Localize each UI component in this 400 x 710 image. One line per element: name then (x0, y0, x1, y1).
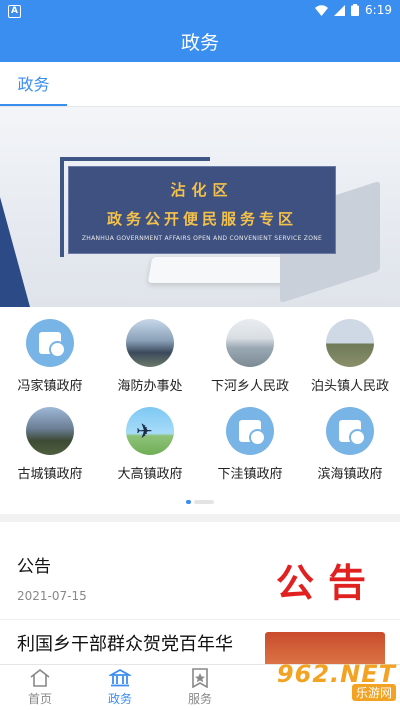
town-grid: 冯家镇政府 海防办事处 下河乡人民政 泊头镇人民政 古城镇政府 大高镇政府 下洼… (0, 307, 400, 509)
notice-thumbnail: 公告 (276, 561, 381, 605)
grid-item-label: 冯家镇政府 (17, 379, 83, 394)
grid-item-haifang[interactable]: 海防办事处 (100, 319, 200, 407)
signal-icon (334, 4, 346, 16)
grid-item-label: 滨海镇政府 (317, 467, 383, 482)
notice-title: 公告 (17, 557, 51, 577)
status-bar: A 6:19 (0, 0, 400, 20)
photo-icon (126, 407, 174, 455)
nav-label: 政务 (107, 692, 132, 706)
gov-building-icon (26, 319, 74, 367)
nav-government[interactable]: 政务 (80, 665, 160, 710)
watermark-sub: 乐游网 (351, 684, 396, 701)
grid-item-xiahe[interactable]: 下河乡人民政 (200, 319, 300, 407)
grid-item-label: 下洼镇政府 (217, 467, 283, 482)
notification-a-icon: A (8, 5, 21, 18)
grid-item-label: 大高镇政府 (117, 467, 183, 482)
grid-item-binhai[interactable]: 滨海镇政府 (300, 407, 400, 495)
tab-bar: 政务 (0, 62, 400, 107)
grid-item-label: 下河乡人民政 (210, 379, 289, 394)
grid-item-label: 海防办事处 (117, 379, 183, 394)
banner-line-2: 政务公开便民服务专区 (106, 209, 297, 228)
section-divider (0, 514, 400, 522)
page-dot (194, 500, 214, 504)
page-dot-active (186, 500, 191, 504)
watermark-logo: 962.NET 乐游网 (256, 660, 396, 708)
grid-item-botou[interactable]: 泊头镇人民政 (300, 319, 400, 407)
photo-icon (226, 319, 274, 367)
bank-icon (109, 668, 131, 687)
gov-building-icon (326, 407, 374, 455)
nav-label: 服务 (187, 692, 212, 706)
grid-item-fengjia[interactable]: 冯家镇政府 (0, 319, 100, 407)
banner-decoration (0, 197, 30, 307)
page-title: 政务 (0, 20, 400, 62)
nav-service[interactable]: 服务 (160, 665, 240, 710)
banner-line-1: 沾化区 (170, 180, 234, 199)
news-headline: 利国乡干部群众贺党百年华 (17, 634, 233, 655)
page-indicator (0, 495, 400, 509)
wifi-icon (315, 4, 329, 16)
photo-icon (326, 319, 374, 367)
grid-item-dagao[interactable]: 大高镇政府 (100, 407, 200, 495)
banner-line-3: ZHANHUA GOVERNMENT AFFAIRS OPEN AND CONV… (81, 234, 323, 242)
grid-item-gucheng[interactable]: 古城镇政府 (0, 407, 100, 495)
notice-date: 2021-07-15 (17, 589, 87, 603)
nav-label: 首页 (27, 692, 52, 706)
battery-icon (351, 4, 360, 16)
banner-image[interactable]: 沾化区 政务公开便民服务专区 ZHANHUA GOVERNMENT AFFAIR… (0, 107, 400, 307)
grid-item-xiawa[interactable]: 下洼镇政府 (200, 407, 300, 495)
photo-icon (26, 407, 74, 455)
gov-building-icon (226, 407, 274, 455)
list-item-notice[interactable]: 公告 2021-07-15 公告 (0, 522, 400, 620)
photo-icon (126, 319, 174, 367)
status-time: 6:19 (365, 3, 392, 17)
banner-panel: 沾化区 政务公开便民服务专区 ZHANHUA GOVERNMENT AFFAIR… (68, 166, 336, 254)
home-icon (30, 668, 50, 687)
star-badge-icon (192, 668, 208, 688)
nav-home[interactable]: 首页 (0, 665, 80, 710)
tab-government[interactable]: 政务 (0, 61, 67, 106)
grid-item-label: 古城镇政府 (17, 467, 83, 482)
grid-item-label: 泊头镇人民政 (310, 379, 389, 394)
